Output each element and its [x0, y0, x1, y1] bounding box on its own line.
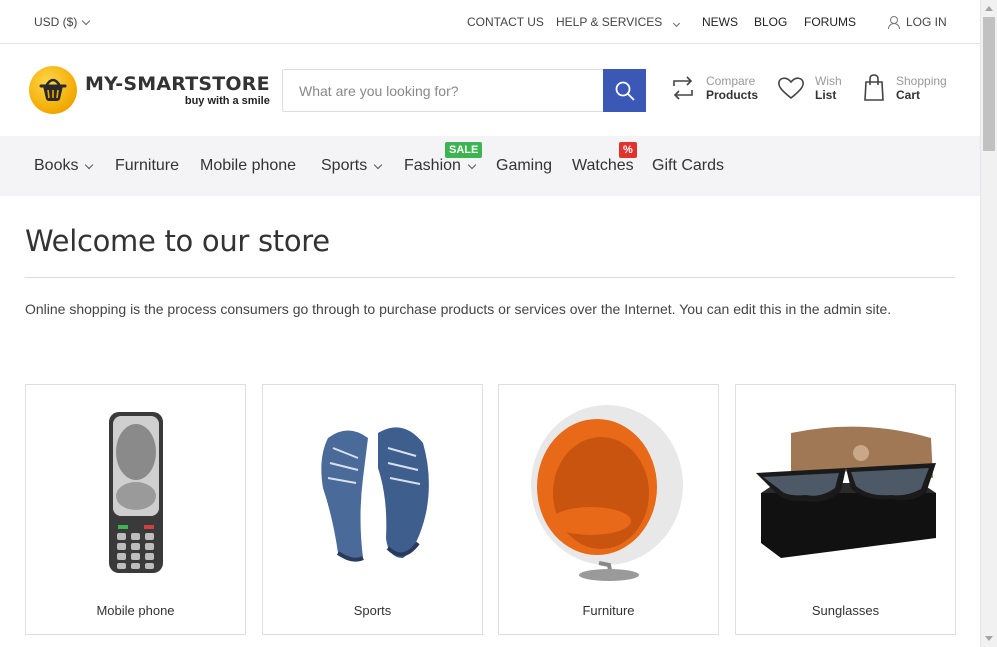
category-card-furniture[interactable]: Furniture	[498, 384, 719, 635]
scroll-up-arrow-icon[interactable]	[985, 6, 993, 11]
category-grid: Mobile phone Sports Furniture Sunglasses	[25, 384, 956, 635]
category-card-sunglasses[interactable]: Sunglasses	[735, 384, 956, 635]
chevron-down-icon	[374, 160, 383, 169]
sale-badge: SALE	[445, 142, 483, 158]
chevron-down-icon	[82, 16, 91, 25]
currency-selector[interactable]: USD ($)	[34, 15, 91, 29]
page-title: Welcome to our store	[25, 224, 330, 258]
nav-item-watches[interactable]: Watches	[572, 157, 634, 175]
logo-tagline: buy with a smile	[184, 95, 270, 107]
news-link[interactable]: NEWS	[702, 15, 738, 29]
nav-item-label: Watches	[572, 157, 634, 174]
login-link[interactable]: LOG IN	[888, 15, 947, 29]
nav-item-label: Furniture	[115, 157, 180, 174]
search-input[interactable]	[283, 70, 603, 111]
category-label: Mobile phone	[96, 603, 175, 618]
search-icon	[615, 81, 634, 100]
contact-us-link[interactable]: CONTACT US	[467, 15, 544, 29]
cart-line2: Cart	[896, 88, 921, 102]
scroll-down-arrow-icon[interactable]	[985, 636, 993, 641]
top-bar: USD ($) CONTACT US HELP & SERVICES NEWS …	[0, 0, 980, 44]
nav-item-label: Books	[34, 157, 79, 174]
blog-link[interactable]: BLOG	[754, 15, 787, 29]
help-services-label: HELP & SERVICES	[556, 15, 663, 29]
user-icon	[888, 16, 900, 29]
login-label: LOG IN	[906, 15, 947, 29]
category-label: Sports	[353, 603, 392, 618]
category-card-mobile-phone[interactable]: Mobile phone	[25, 384, 246, 635]
site-header: MY-SMARTSTORE buy with a smile Compare P…	[0, 44, 980, 136]
search-box	[282, 69, 646, 112]
nav-item-books[interactable]: Books	[34, 157, 94, 175]
nav-item-label: Sports	[321, 157, 368, 174]
mobile-phone-image	[26, 395, 245, 590]
nav-item-label: Mobile phone	[200, 157, 297, 174]
sports-shoes-image	[263, 395, 482, 590]
chevron-down-icon	[467, 160, 477, 169]
sunglasses-image	[736, 395, 955, 590]
nav-item-gift-cards[interactable]: Gift Cards	[652, 157, 724, 175]
wishlist-line1: Wish	[815, 74, 842, 88]
chevron-down-icon	[672, 19, 680, 28]
compare-products-button[interactable]: Compare Products	[670, 74, 758, 102]
heart-icon	[778, 77, 804, 100]
wishlist-line2: List	[815, 88, 837, 102]
compare-line2: Products	[706, 88, 759, 102]
cart-line1: Shopping	[896, 74, 947, 88]
nav-item-furniture[interactable]: Furniture	[115, 157, 179, 175]
category-label: Furniture	[582, 603, 635, 618]
wishlist-button[interactable]: Wish List	[777, 74, 842, 102]
compare-icon	[673, 76, 693, 100]
intro-text: Online shopping is the process consumers…	[25, 301, 892, 317]
divider	[25, 277, 955, 278]
nav-item-sports[interactable]: Sports	[321, 157, 383, 175]
ball-chair-image	[499, 395, 718, 590]
basket-logo-icon	[29, 66, 77, 114]
store-logo[interactable]: MY-SMARTSTORE buy with a smile	[29, 66, 270, 114]
nav-item-label: Gift Cards	[652, 157, 725, 174]
shopping-bag-icon	[864, 74, 884, 101]
compare-line1: Compare	[706, 74, 756, 88]
vertical-scrollbar[interactable]	[980, 0, 997, 647]
forums-link[interactable]: FORUMS	[804, 15, 856, 29]
nav-item-gaming[interactable]: Gaming	[496, 157, 552, 175]
shopping-cart-button[interactable]: Shopping Cart	[862, 74, 947, 102]
main-navigation: Books Furniture Mobile phone Sports SALE…	[0, 136, 980, 196]
chevron-down-icon	[85, 160, 94, 169]
currency-label: USD ($)	[34, 15, 78, 29]
discount-badge: %	[619, 142, 637, 158]
help-services-link[interactable]: HELP & SERVICES	[556, 15, 680, 29]
nav-item-label: Gaming	[496, 157, 553, 174]
scrollbar-thumb[interactable]	[983, 17, 995, 151]
nav-item-fashion[interactable]: Fashion	[404, 157, 477, 175]
main-content: Welcome to our store Online shopping is …	[25, 196, 956, 635]
category-label: Sunglasses	[811, 603, 880, 618]
search-button[interactable]	[603, 69, 646, 112]
logo-title: MY-SMARTSTORE	[85, 73, 270, 95]
nav-item-label: Fashion	[404, 157, 461, 174]
nav-item-mobile-phone[interactable]: Mobile phone	[200, 157, 296, 175]
category-card-sports[interactable]: Sports	[262, 384, 483, 635]
